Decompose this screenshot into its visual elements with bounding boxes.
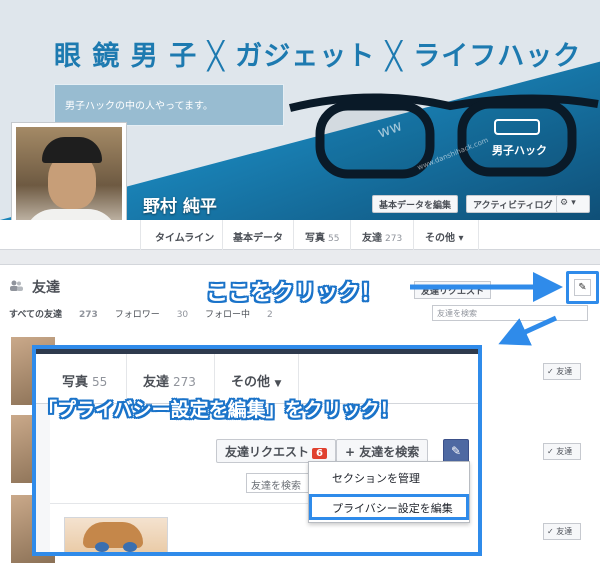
zoom-edit-pencil-button[interactable]: ✎ [443,439,469,463]
zoom-tab-more[interactable]: その他 ▼ [231,371,281,390]
subtab-all-friends[interactable]: すべての友達 273 [9,310,98,320]
subtab-following-label: フォロー中 [205,310,251,320]
glasses-label: 男子ハック [492,144,547,157]
tab-photos-label: 写真 [305,233,325,244]
profile-name[interactable]: 野村 純平 [143,192,217,217]
subtab-followers-label: フォロワー [114,310,160,320]
zoom-friend-search-input[interactable]: 友達を検索 [246,473,316,493]
subtab-followers[interactable]: フォロワー 30 [115,310,188,320]
edit-about-button[interactable]: 基本データを編集 [372,195,459,213]
friend-requests-button[interactable]: 友達リクエスト [414,281,492,299]
tab-about[interactable]: 基本データ [233,229,283,244]
pencil-icon: ✎ [574,279,591,296]
zoom-tab-photos-label: 写真 [62,375,89,390]
zoom-left-strip [36,404,50,552]
request-count-badge: 6 [312,448,327,459]
profile-tabbar: タイムライン 基本データ 写真 55 友達 273 その他 ▾ [0,220,600,250]
zoom-friend-requests-button[interactable]: 友達リクエスト 6 [216,439,336,463]
zoom-tab-more-label: その他 [231,375,271,390]
friend-thumbnail[interactable] [64,517,168,552]
activity-log-button[interactable]: アクティビティログ [466,195,560,213]
edit-dropdown-menu: セクションを管理 プライバシー設定を編集 [308,461,470,523]
menu-item-edit-privacy[interactable]: プライバシー設定を編集 [309,494,469,520]
cover-subtitle-box: 男子ハックの中の人やってます。 [54,84,284,126]
subtab-all-friends-label: すべての友達 [9,310,63,320]
tab-friends-label: 友達 [362,233,382,244]
pencil-icon: ✎ [450,444,462,458]
edit-friends-button-highlight[interactable]: ✎ [566,271,599,304]
screenshot-canvas: 男子ハック ww 眼 鏡 男 子 ╳ ガジェット ╳ ライフハック 男子ハックの… [0,0,600,573]
friend-search-input[interactable]: 友達を検索 [432,305,588,321]
subtab-following[interactable]: フォロー中 2 [205,310,273,320]
chevron-down-icon: ▼ [274,379,282,389]
zoom-callout: 写真 55 友達 273 その他 ▼ 友達リクエスト 6 + 友達を検索 ✎ 友達を検… [32,345,482,556]
gear-menu-button[interactable]: ⚙ ▾ [556,195,590,213]
subtab-all-friends-count: 273 [79,310,98,320]
subtab-following-count: 2 [267,310,273,320]
tab-more[interactable]: その他 ▾ [425,229,464,244]
menu-item-manage-sections[interactable]: セクションを管理 [332,470,420,486]
glasses-illustration: 男子ハック ww [289,93,599,179]
tab-timeline[interactable]: タイムライン [155,229,214,244]
tab-photos[interactable]: 写真 55 [305,229,339,244]
friend-status-button[interactable]: ✓ 友達 [543,523,581,540]
menu-item-edit-privacy-label: プライバシー設定を編集 [332,502,453,515]
annotation-caption: 「プライバシー設定を編集」をクリック！ [38,399,399,421]
zoom-tab-friends[interactable]: 友達 273 [143,371,196,390]
find-friends-button[interactable]: + 友達を検索 [336,439,429,463]
friend-status-button[interactable]: ✓ 友達 [543,443,581,460]
avatar [16,127,122,233]
subtab-followers-count: 30 [176,310,189,320]
tab-friends-count: 273 [385,234,403,244]
zoom-friend-requests-label: 友達リクエスト [225,445,310,459]
tab-photos-count: 55 [328,234,340,244]
zoom-tab-friends-label: 友達 [143,375,170,390]
friends-icon [10,280,23,291]
tab-friends[interactable]: 友達 273 [362,229,402,244]
zoom-tab-photos-count: 55 [92,375,108,389]
zoom-tab-friends-count: 273 [173,375,196,389]
zoom-tab-photos[interactable]: 写真 55 [62,371,107,390]
friends-subtabs: すべての友達 273 フォロワー 30 フォロー中 2 [9,307,287,320]
friends-panel-title: 友達 [32,280,60,296]
friend-status-button[interactable]: ✓ 友達 [543,363,581,380]
cover-subtitle: 男子ハックの中の人やってます。 [65,101,213,112]
annotation-click-here: ここをクリック！ [206,281,383,306]
cover-title: 眼 鏡 男 子 ╳ ガジェット ╳ ライフハック [54,41,582,72]
divider [50,503,310,504]
